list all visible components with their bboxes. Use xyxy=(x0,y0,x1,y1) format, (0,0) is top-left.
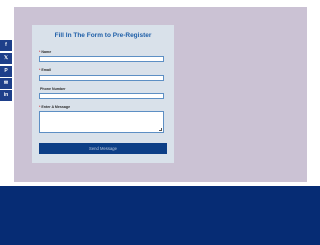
email-input[interactable] xyxy=(39,75,164,81)
name-label: *Name xyxy=(39,50,52,54)
pinterest-share-button[interactable]: P xyxy=(0,66,12,77)
email-share-button[interactable]: ✉ xyxy=(0,78,12,89)
message-label: *Enter A Message xyxy=(39,105,71,109)
content-panel: Fill In The Form to Pre-Register *Name *… xyxy=(14,7,307,182)
facebook-share-button[interactable]: f xyxy=(0,40,12,51)
pre-register-form: Fill In The Form to Pre-Register *Name *… xyxy=(32,25,174,163)
message-textarea[interactable] xyxy=(39,111,164,133)
email-label: *Email xyxy=(39,68,51,72)
pinterest-icon: P xyxy=(4,68,8,74)
x-icon: 𝕏 xyxy=(3,55,9,61)
resize-handle-icon[interactable] xyxy=(159,128,162,131)
x-share-button[interactable]: 𝕏 xyxy=(0,53,12,64)
phone-input[interactable] xyxy=(39,93,164,99)
site-footer xyxy=(0,186,320,245)
linkedin-share-button[interactable]: in xyxy=(0,90,12,101)
name-input[interactable] xyxy=(39,56,164,62)
facebook-icon: f xyxy=(5,42,7,48)
form-title: Fill In The Form to Pre-Register xyxy=(54,32,152,39)
phone-label: Phone Number xyxy=(40,87,66,91)
email-icon: ✉ xyxy=(3,80,9,86)
linkedin-icon: in xyxy=(3,92,9,98)
send-message-button[interactable]: Send Message xyxy=(39,143,167,154)
